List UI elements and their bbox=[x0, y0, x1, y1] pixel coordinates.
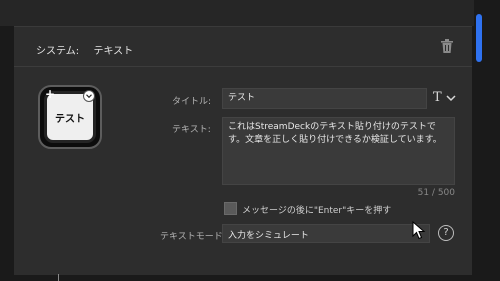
chevron-down-icon bbox=[83, 90, 95, 102]
plus-icon: + bbox=[45, 87, 56, 101]
plugin-name: システム: bbox=[36, 46, 80, 57]
chevron-down-icon[interactable] bbox=[445, 93, 457, 103]
scrollbar-thumb[interactable] bbox=[476, 14, 482, 62]
action-name: テキスト bbox=[93, 46, 134, 57]
font-button[interactable]: T bbox=[433, 90, 442, 105]
action-title: システム: テキスト bbox=[36, 42, 133, 57]
bottom-mark bbox=[58, 274, 59, 281]
key-preview[interactable]: テスト + bbox=[38, 85, 102, 149]
cursor-icon bbox=[412, 221, 426, 240]
divider bbox=[14, 66, 472, 67]
title-input[interactable]: テスト bbox=[222, 88, 427, 109]
enter-checkbox[interactable] bbox=[224, 202, 237, 215]
char-counter: 51 / 500 bbox=[417, 188, 455, 198]
text-mode-select[interactable]: 入力をシミュレート bbox=[222, 224, 430, 243]
top-strip bbox=[0, 0, 500, 26]
text-mode-label: テキストモード: bbox=[160, 232, 226, 242]
key-label: テスト bbox=[55, 113, 85, 125]
title-label: タイトル: bbox=[172, 97, 212, 107]
text-label: テキスト: bbox=[172, 125, 211, 135]
trash-icon[interactable] bbox=[441, 39, 453, 53]
enter-checkbox-label[interactable]: メッセージの後に"Enter"キーを押す bbox=[242, 203, 391, 216]
text-textarea[interactable]: これはStreamDeckのテキスト貼り付けのテストです。文章を正しく貼り付けで… bbox=[222, 117, 455, 185]
help-icon[interactable]: ? bbox=[438, 225, 454, 241]
